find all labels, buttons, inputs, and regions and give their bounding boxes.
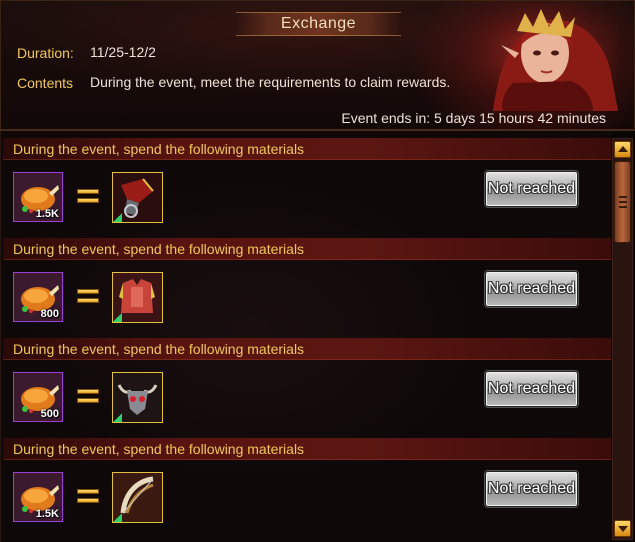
- cost-quantity: 1.5K: [35, 208, 59, 220]
- equals-icon: [77, 289, 99, 305]
- equals-icon: [77, 489, 99, 505]
- roast-chicken-icon[interactable]: 500: [13, 372, 63, 422]
- roast-chicken-icon[interactable]: 1.5K: [13, 172, 63, 222]
- contents-value: During the event, meet the requirements …: [90, 74, 451, 90]
- requirement-text: During the event, spend the following ma…: [13, 441, 305, 457]
- requirement-text: During the event, spend the following ma…: [13, 141, 305, 157]
- roast-chicken-icon[interactable]: 800: [13, 272, 63, 322]
- event-countdown: Event ends in: 5 days 15 hours 42 minute…: [341, 110, 606, 126]
- exchange-list[interactable]: During the event, spend the following ma…: [0, 131, 612, 542]
- list-item: During the event, spend the following ma…: [1, 131, 612, 231]
- requirement-text: During the event, spend the following ma…: [13, 341, 305, 357]
- not-reached-button[interactable]: Not reached: [485, 471, 578, 507]
- not-reached-button[interactable]: Not reached: [485, 171, 578, 207]
- not-reached-button[interactable]: Not reached: [485, 271, 578, 307]
- arrow-down-icon: [618, 526, 628, 532]
- grip-line: [619, 201, 627, 203]
- list-item: During the event, spend the following ma…: [1, 431, 612, 531]
- cost-quantity: 1.5K: [35, 508, 59, 520]
- duration-label: Duration:: [17, 45, 74, 61]
- scrollbar-thumb[interactable]: [614, 161, 631, 243]
- window-title: Exchange: [236, 12, 401, 36]
- list-item: During the event, spend the following ma…: [1, 231, 612, 331]
- equals-icon: [77, 189, 99, 205]
- crimson-armor-icon[interactable]: [112, 272, 163, 323]
- list-scrollbar[interactable]: [612, 138, 633, 540]
- quality-corner-icon: [113, 313, 122, 322]
- quality-corner-icon: [113, 413, 122, 422]
- grip-line: [619, 196, 627, 198]
- character-portrait: [453, 3, 618, 111]
- grip-line: [619, 206, 627, 208]
- scroll-down-button[interactable]: [614, 520, 631, 537]
- red-gauntlet-icon[interactable]: [112, 172, 163, 223]
- contents-label: Contents: [17, 75, 74, 91]
- quality-corner-icon: [113, 513, 122, 522]
- event-header: Exchange Duration: 11/25-12/2 Contents D…: [0, 0, 635, 131]
- cost-quantity: 800: [40, 308, 59, 320]
- horn-bow-icon[interactable]: [112, 472, 163, 523]
- arrow-up-icon: [618, 146, 628, 152]
- duration-value: 11/25-12/2: [90, 44, 156, 60]
- bull-skull-helm-icon[interactable]: [112, 372, 163, 423]
- requirement-text: During the event, spend the following ma…: [13, 241, 305, 257]
- scroll-up-button[interactable]: [614, 141, 631, 158]
- equals-icon: [77, 389, 99, 405]
- cost-quantity: 500: [40, 408, 59, 420]
- roast-chicken-icon[interactable]: 1.5K: [13, 472, 63, 522]
- quality-corner-icon: [113, 213, 122, 222]
- not-reached-button[interactable]: Not reached: [485, 371, 578, 407]
- list-item: During the event, spend the following ma…: [1, 331, 612, 431]
